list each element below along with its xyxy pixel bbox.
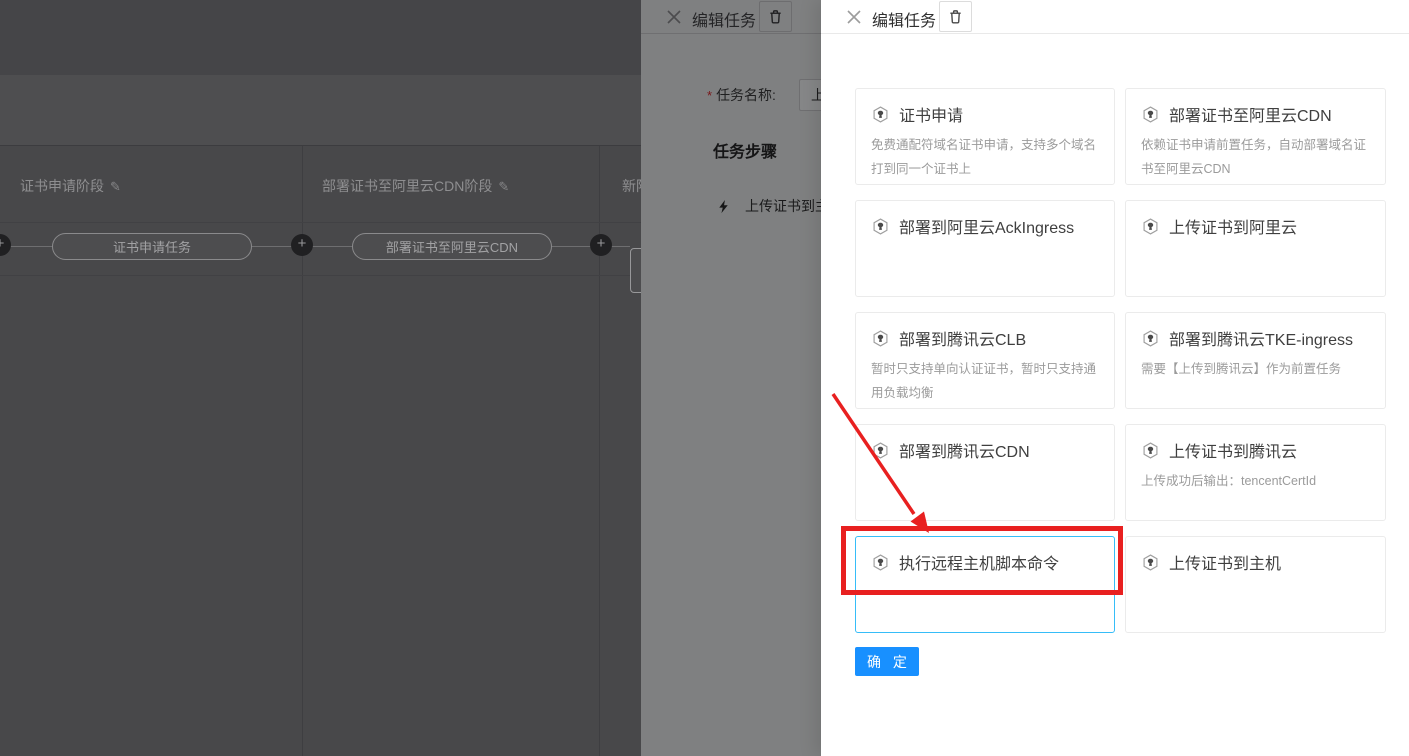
required-asterisk: * xyxy=(707,88,712,103)
delete-task-button[interactable] xyxy=(759,1,792,32)
plugin-badge-icon xyxy=(871,217,890,236)
plugin-badge-icon xyxy=(1141,553,1160,572)
task-card-description: 依赖证书申请前置任务，自动部署域名证书至阿里云CDN xyxy=(1141,133,1370,182)
task-type-card[interactable]: 上传证书到主机 xyxy=(1125,536,1386,633)
task-card-title: 部署到腾讯云CDN xyxy=(899,438,1030,462)
background-app: 证书申请阶段 ✎ 证书申请任务 部署证书至阿里云CDN阶段 ✎ 部署证书至阿里云CDN 新阶… xyxy=(0,0,641,756)
task-type-card[interactable]: 证书申请 免费通配符域名证书申请，支持多个域名打到同一个证书上 xyxy=(855,88,1115,185)
trash-icon xyxy=(768,9,783,24)
lightning-icon xyxy=(716,199,731,214)
task-card-title: 部署证书至阿里云CDN xyxy=(1169,102,1332,126)
pipeline-canvas: 证书申请阶段 ✎ 证书申请任务 部署证书至阿里云CDN阶段 ✎ 部署证书至阿里云CDN 新阶… xyxy=(0,145,641,756)
task-card-description: 上传成功后输出：tencentCertId xyxy=(1141,469,1370,493)
task-type-card[interactable]: 部署到腾讯云CDN xyxy=(855,424,1115,521)
task-type-card[interactable]: 执行远程主机脚本命令 xyxy=(855,536,1115,633)
task-steps-heading: 任务步骤 xyxy=(713,138,777,162)
app-toolbar xyxy=(0,75,641,145)
plugin-badge-icon xyxy=(871,329,890,348)
app-top-bar xyxy=(0,0,641,75)
plugin-badge-icon xyxy=(871,105,890,124)
add-task-button[interactable]: + xyxy=(291,234,313,256)
edit-icon[interactable]: ✎ xyxy=(498,179,509,194)
task-name-input[interactable]: 上 xyxy=(799,79,821,111)
task-card-title: 部署到腾讯云CLB xyxy=(899,326,1026,350)
drawer-header: 编辑任务 xyxy=(821,0,1409,34)
plugin-badge-icon xyxy=(871,441,890,460)
task-type-card-grid: 证书申请 免费通配符域名证书申请，支持多个域名打到同一个证书上 部署证书至阿里云… xyxy=(855,88,1386,633)
drawer-title: 编辑任务 xyxy=(872,7,936,31)
plugin-badge-icon xyxy=(1141,105,1160,124)
close-icon[interactable] xyxy=(666,9,682,25)
new-task-box-partial[interactable] xyxy=(630,248,641,293)
plugin-badge-icon xyxy=(871,553,890,572)
task-card-description: 暂时只支持单向认证证书，暂时只支持通用负载均衡 xyxy=(871,357,1099,406)
plugin-badge-icon xyxy=(1141,329,1160,348)
task-type-card[interactable]: 部署到阿里云AckIngress xyxy=(855,200,1115,297)
edit-icon[interactable]: ✎ xyxy=(110,179,121,194)
plugin-badge-icon xyxy=(1141,217,1160,236)
drawer-header: 编辑任务 xyxy=(641,0,821,34)
stage-title-label: 证书申请阶段 xyxy=(20,178,104,194)
task-card-title: 部署到阿里云AckIngress xyxy=(899,214,1074,238)
stage-title-label: 部署证书至阿里云CDN阶段 xyxy=(322,178,492,194)
task-card-title: 上传证书到腾讯云 xyxy=(1169,438,1297,462)
close-icon[interactable] xyxy=(846,9,862,25)
stage-title: 新阶段✎ xyxy=(622,176,641,196)
delete-task-button[interactable] xyxy=(939,1,972,32)
task-pill[interactable]: 证书申请任务 xyxy=(52,233,252,260)
stage-title: 部署证书至阿里云CDN阶段 ✎ xyxy=(322,176,509,196)
task-card-title: 执行远程主机脚本命令 xyxy=(899,550,1059,574)
drawer-title: 编辑任务 xyxy=(692,7,756,31)
trash-icon xyxy=(948,9,963,24)
confirm-button[interactable]: 确 定 xyxy=(855,647,919,676)
task-card-title: 部署到腾讯云TKE-ingress xyxy=(1169,326,1353,350)
plugin-badge-icon xyxy=(1141,441,1160,460)
task-step-item[interactable]: 上传证书到主机 xyxy=(716,196,821,216)
task-card-title: 证书申请 xyxy=(899,102,963,126)
task-type-card[interactable]: 部署到腾讯云TKE-ingress 需要【上传到腾讯云】作为前置任务 xyxy=(1125,312,1386,409)
edit-task-drawer: 编辑任务 证书申请 免费通配符域名证书申请，支持多个域名打到同一个证书上 部署证… xyxy=(821,0,1409,756)
task-type-card[interactable]: 部署到腾讯云CLB 暂时只支持单向认证证书，暂时只支持通用负载均衡 xyxy=(855,312,1115,409)
task-pill[interactable]: 部署证书至阿里云CDN xyxy=(352,233,552,260)
task-name-field-label: * 任务名称: xyxy=(707,79,776,111)
stage-title: 证书申请阶段 ✎ xyxy=(20,176,121,196)
task-type-card[interactable]: 部署证书至阿里云CDN 依赖证书申请前置任务，自动部署域名证书至阿里云CDN xyxy=(1125,88,1386,185)
task-card-title: 上传证书到阿里云 xyxy=(1169,214,1297,238)
stage-title-label: 新阶段 xyxy=(622,178,641,194)
edit-task-drawer-dimmed: 编辑任务 * 任务名称: 上 任务步骤 上传证书到主机 xyxy=(641,0,821,756)
add-task-button[interactable]: + xyxy=(590,234,612,256)
task-type-card[interactable]: 上传证书到阿里云 xyxy=(1125,200,1386,297)
task-card-description: 免费通配符域名证书申请，支持多个域名打到同一个证书上 xyxy=(871,133,1099,182)
task-type-card[interactable]: 上传证书到腾讯云 上传成功后输出：tencentCertId xyxy=(1125,424,1386,521)
task-card-description: 需要【上传到腾讯云】作为前置任务 xyxy=(1141,357,1370,381)
task-card-title: 上传证书到主机 xyxy=(1169,550,1281,574)
task-step-label: 上传证书到主机 xyxy=(745,196,821,216)
